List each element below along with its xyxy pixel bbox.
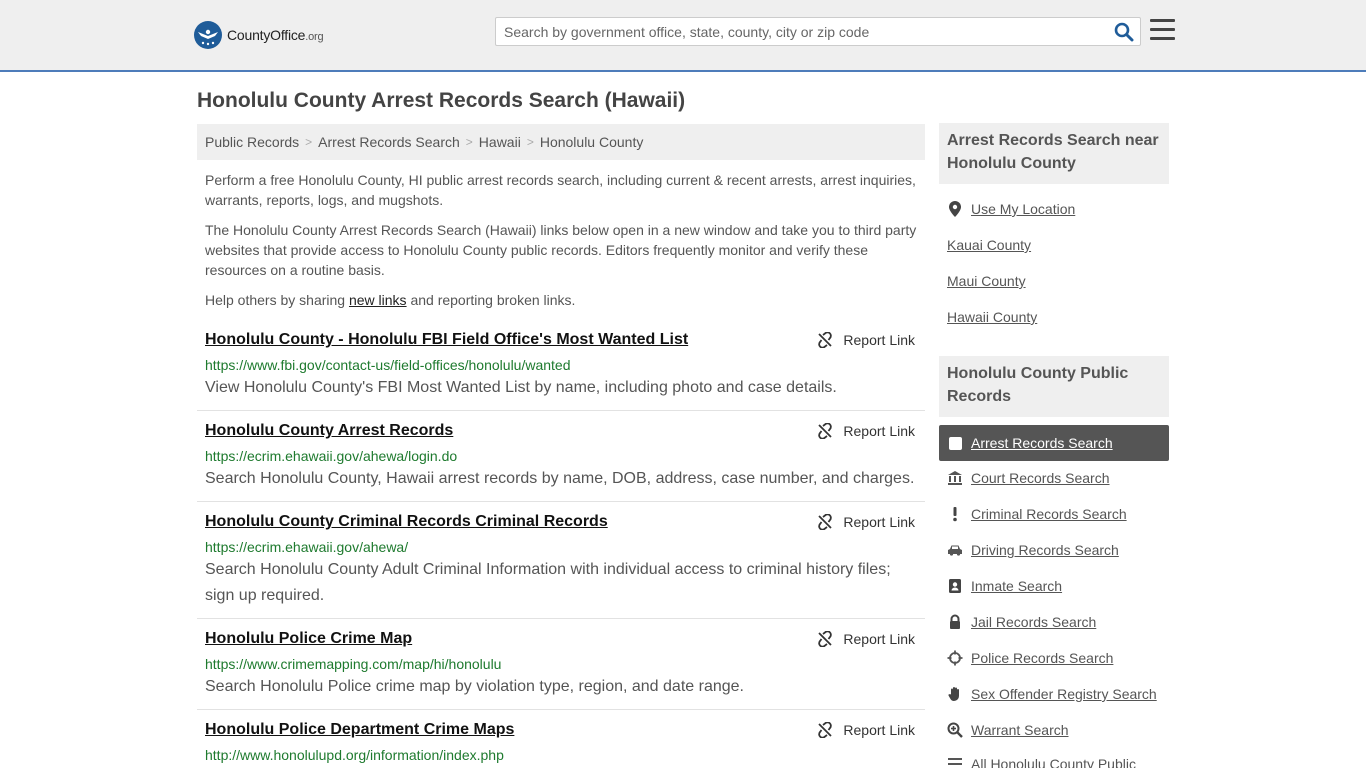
result-title-link[interactable]: Honolulu County Arrest Records <box>205 422 453 440</box>
result-url: https://www.fbi.gov/contact-us/field-off… <box>205 357 571 373</box>
result-description: View Honolulu County's FBI Most Wanted L… <box>205 379 837 396</box>
courthouse-icon <box>947 470 963 486</box>
report-link-button[interactable]: Report Link <box>817 514 915 530</box>
sidebar-item-police-records-search[interactable]: Police Records Search <box>947 650 1113 666</box>
sidebar-item-jail-records-search[interactable]: Jail Records Search <box>947 614 1096 630</box>
public-records-heading: Honolulu County Public Records <box>939 356 1169 417</box>
report-link-button[interactable]: Report Link <box>817 423 915 439</box>
intro-paragraph: Perform a free Honolulu County, HI publi… <box>205 172 916 208</box>
sidebar-item-criminal-records-search[interactable]: Criminal Records Search <box>947 506 1127 522</box>
eagle-logo-icon <box>194 21 222 49</box>
sidebar-item-sex-offender-registry-search[interactable]: Sex Offender Registry Search <box>947 686 1157 702</box>
result-divider <box>197 709 925 710</box>
result-item: Honolulu County Criminal Records Crimina… <box>197 513 925 611</box>
sidebar-item-all-public-records[interactable]: All Honolulu County Public <box>947 756 1136 768</box>
result-description: Search Honolulu County Adult Criminal In… <box>205 561 891 604</box>
sidebar-item-warrant-search[interactable]: Warrant Search <box>947 722 1069 738</box>
breadcrumb-separator-icon: > <box>305 135 313 149</box>
sidebar-item-inmate-search[interactable]: Inmate Search <box>947 578 1062 594</box>
report-link-button[interactable]: Report Link <box>817 332 915 348</box>
result-divider <box>197 618 925 619</box>
breadcrumb-hawaii[interactable]: Hawaii <box>479 134 521 150</box>
result-divider <box>197 410 925 411</box>
breadcrumb-separator-icon: > <box>465 135 473 149</box>
search-input[interactable] <box>496 18 1096 45</box>
result-item: Honolulu Police Crime Map Report Link ht… <box>197 630 925 702</box>
square-icon <box>949 436 962 450</box>
new-links-link[interactable]: new links <box>349 292 407 308</box>
broken-link-icon <box>818 631 833 647</box>
result-description: Search Honolulu County, Hawaii arrest re… <box>205 470 915 487</box>
sidebar-item-driving-records-search[interactable]: Driving Records Search <box>947 542 1119 558</box>
nearby-heading: Arrest Records Search near Honolulu Coun… <box>939 123 1169 184</box>
broken-link-icon <box>818 423 833 439</box>
sidebar-item-arrest-records-search[interactable]: Arrest Records Search <box>939 425 1169 461</box>
site-header: CountyOffice.org <box>0 0 1366 72</box>
result-title-link[interactable]: Honolulu County - Honolulu FBI Field Off… <box>205 331 688 349</box>
nearby-county-link-kauai[interactable]: Kauai County <box>947 237 1031 253</box>
id-card-icon <box>947 578 963 594</box>
result-item: Honolulu Police Department Crime Maps Re… <box>197 721 925 768</box>
result-url: https://www.crimemapping.com/map/hi/hono… <box>205 656 502 672</box>
result-title-link[interactable]: Honolulu Police Department Crime Maps <box>205 721 514 739</box>
result-divider <box>197 501 925 502</box>
result-title-link[interactable]: Honolulu Police Crime Map <box>205 630 412 648</box>
hamburger-menu-icon[interactable] <box>1150 19 1175 41</box>
breadcrumb: Public Records > Arrest Records Search >… <box>197 124 925 160</box>
hand-icon <box>947 686 963 702</box>
map-pin-icon <box>947 201 963 217</box>
broken-link-icon <box>818 722 833 738</box>
nearby-county-link-maui[interactable]: Maui County <box>947 273 1026 289</box>
breadcrumb-separator-icon: > <box>526 135 534 149</box>
result-item: Honolulu County - Honolulu FBI Field Off… <box>197 331 925 403</box>
sidebar-item-court-records-search[interactable]: Court Records Search <box>947 470 1110 486</box>
nearby-county-link-hawaii[interactable]: Hawaii County <box>947 309 1037 325</box>
result-url: http://www.honolulupd.org/information/in… <box>205 747 504 763</box>
report-link-button[interactable]: Report Link <box>817 631 915 647</box>
result-url: https://ecrim.ehawaii.gov/ahewa/login.do <box>205 448 458 464</box>
car-icon <box>947 542 963 558</box>
report-link-button[interactable]: Report Link <box>817 722 915 738</box>
result-title-link[interactable]: Honolulu County Criminal Records Crimina… <box>205 513 608 531</box>
breadcrumb-public-records[interactable]: Public Records <box>205 134 299 150</box>
result-url: https://ecrim.ehawaii.gov/ahewa/ <box>205 539 409 555</box>
logo-text: CountyOffice.org <box>227 27 324 43</box>
search-icon[interactable] <box>1114 22 1134 42</box>
site-logo[interactable]: CountyOffice.org <box>194 20 324 50</box>
page-title: Honolulu County Arrest Records Search (H… <box>197 89 686 112</box>
result-description: Search Honolulu Police crime map by viol… <box>205 678 744 695</box>
broken-link-icon <box>818 514 833 530</box>
result-item: Honolulu County Arrest Records Report Li… <box>197 422 925 494</box>
broken-link-icon <box>818 332 833 348</box>
exclamation-icon <box>947 506 963 522</box>
crosshair-icon <box>947 650 963 666</box>
share-paragraph: Help others by sharing new links and rep… <box>205 292 576 308</box>
breadcrumb-honolulu-county[interactable]: Honolulu County <box>540 134 644 150</box>
lock-icon <box>947 614 963 630</box>
breadcrumb-arrest-records-search[interactable]: Arrest Records Search <box>318 134 460 150</box>
magnifier-plus-icon <box>947 722 963 738</box>
disclaimer-paragraph: The Honolulu County Arrest Records Searc… <box>205 222 917 278</box>
list-icon <box>947 756 963 768</box>
search-box <box>495 17 1141 46</box>
use-my-location-link[interactable]: Use My Location <box>947 201 1075 217</box>
